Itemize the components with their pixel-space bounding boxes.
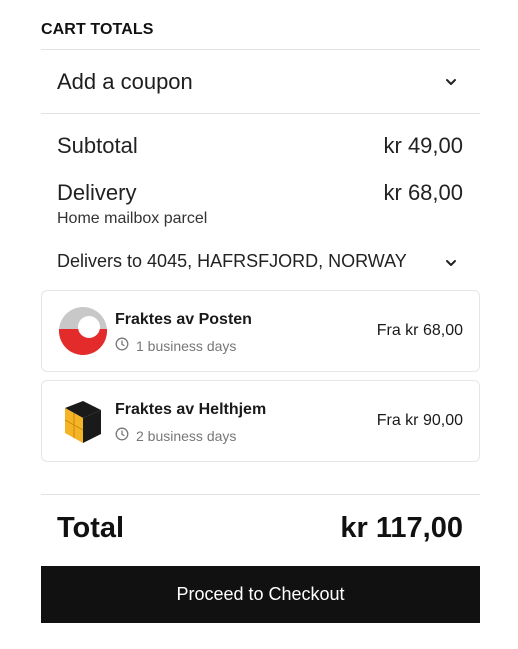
subtotal-label: Subtotal [57,133,138,158]
total-row: Total kr 117,00 [57,512,463,545]
shipping-option-helthjem[interactable]: Fraktes av Helthjem 2 business days Fra … [41,380,480,462]
chevron-down-icon [444,254,458,268]
total-value: kr 117,00 [340,512,463,544]
delivery-label: Delivery [57,180,137,205]
divider [41,113,480,114]
shipping-days-label: 1 business days [136,337,237,354]
shipping-option-posten[interactable]: Fraktes av Posten 1 business days Fra kr… [41,290,480,372]
chevron-down-icon [444,75,458,89]
delivery-method: Home mailbox parcel [57,210,208,227]
shipping-days-label: 2 business days [136,427,237,444]
shipping-option-name: Fraktes av Helthjem [115,401,267,418]
clock-icon [115,427,129,444]
helthjem-logo-icon [58,396,108,446]
delivery-row: Delivery kr 68,00 [57,180,463,206]
delivery-address: Delivers to 4045, HAFRSFJORD, NORWAY [57,251,407,272]
proceed-to-checkout-button[interactable]: Proceed to Checkout [41,566,480,623]
delivers-to-address: 4045, HAFRSFJORD, NORWAY [147,250,407,271]
delivers-to-prefix: Delivers to [57,250,143,271]
add-coupon-label: Add a coupon [57,68,193,94]
subtotal-value: kr 49,00 [383,133,464,158]
shipping-option-days: 2 business days [115,427,236,444]
shipping-option-name: Fraktes av Posten [115,311,252,328]
delivery-value: kr 68,00 [383,180,464,205]
shipping-option-days: 1 business days [115,337,236,354]
posten-logo-icon [58,306,108,356]
subtotal-row: Subtotal kr 49,00 [57,133,463,159]
shipping-option-price: Fra kr 68,00 [376,322,463,339]
add-coupon-toggle[interactable]: Add a coupon [41,50,480,113]
cart-totals-heading: CART TOTALS [41,21,154,38]
clock-icon [115,337,129,354]
total-label: Total [57,512,125,544]
divider [41,494,480,495]
delivery-address-toggle[interactable]: Delivers to 4045, HAFRSFJORD, NORWAY [57,248,463,274]
shipping-option-price: Fra kr 90,00 [376,412,463,429]
